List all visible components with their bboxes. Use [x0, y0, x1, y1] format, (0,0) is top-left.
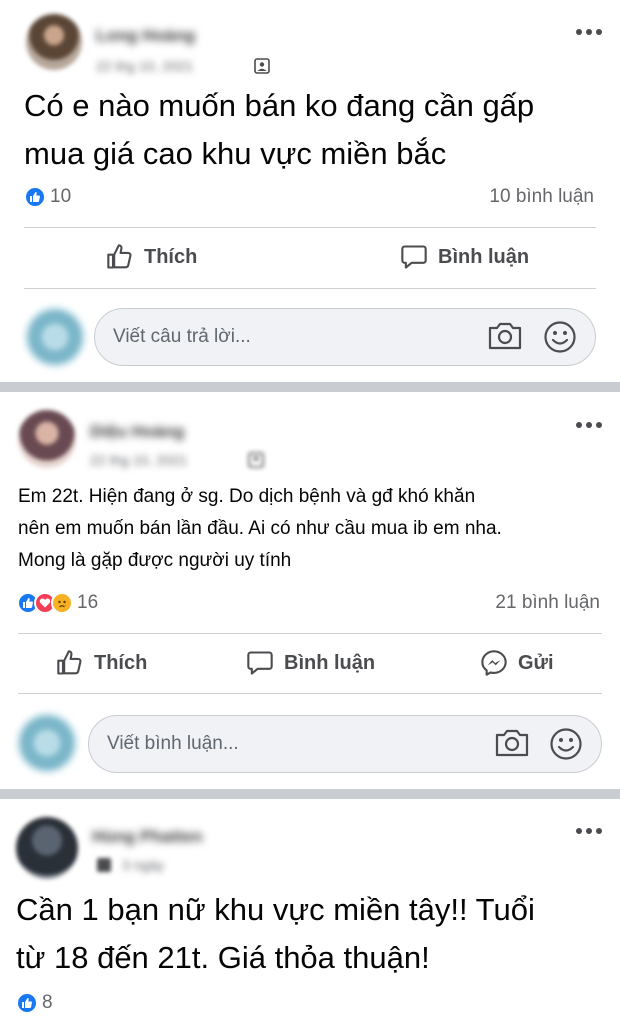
like-reaction-icon	[16, 992, 38, 1014]
reaction-summary[interactable]: 10	[24, 186, 71, 208]
group-privacy-icon	[254, 58, 270, 74]
author-name[interactable]: Diệu Hoàng	[90, 422, 184, 442]
speech-bubble-icon	[247, 651, 273, 675]
comment-input[interactable]: Viết bình luận...	[88, 715, 602, 773]
post-text: Cần 1 bạn nữ khu vực miền tây!! Tuổi từ …	[16, 886, 535, 982]
reaction-count: 8	[42, 992, 53, 1013]
reaction-summary[interactable]: 8	[16, 992, 53, 1014]
post-time[interactable]: 3 ngày	[122, 857, 164, 873]
post-text-line: mua giá cao khu vực miền bắc	[24, 136, 447, 171]
divider	[24, 227, 596, 228]
comment-placeholder: Viết bình luận...	[107, 733, 239, 754]
send-button[interactable]: Gửi	[480, 649, 554, 677]
post-separator	[0, 789, 620, 799]
post-text-line: nên em muốn bán lần đầu. Ai có như cầu m…	[18, 518, 502, 539]
like-button[interactable]: Thích	[56, 649, 147, 677]
post-text-line: Cần 1 bạn nữ khu vực miền tây!! Tuổi	[16, 892, 535, 927]
post-text: Có e nào muốn bán ko đang cần gấp mua gi…	[24, 82, 534, 178]
divider	[24, 288, 596, 289]
reply-input[interactable]: Viết câu trả lời...	[94, 308, 596, 366]
my-avatar	[24, 306, 86, 368]
my-avatar	[16, 712, 78, 774]
messenger-icon	[481, 650, 507, 676]
like-label: Thích	[144, 245, 198, 268]
camera-icon[interactable]	[487, 321, 523, 351]
comment-label: Bình luận	[438, 245, 530, 268]
group-privacy-icon	[97, 858, 111, 872]
post-text-line: Mong là gặp được người uy tính	[18, 550, 292, 571]
author-avatar[interactable]	[18, 410, 76, 468]
thumbs-up-icon	[57, 650, 82, 675]
post-time[interactable]: 22 thg 10, 2021	[96, 58, 193, 74]
comment-button[interactable]: Bình luận	[246, 649, 375, 677]
more-options-icon[interactable]	[576, 827, 602, 835]
post-3: Hùng Phatten 3 ngày Cần 1 bạn nữ khu vực…	[0, 799, 620, 1034]
comment-label: Bình luận	[284, 651, 376, 674]
like-button[interactable]: Thích	[106, 243, 197, 271]
reaction-count: 10	[50, 186, 72, 207]
author-name[interactable]: Long Hoàng	[96, 26, 195, 46]
like-reaction-icon	[24, 186, 46, 208]
divider	[18, 693, 602, 694]
sad-reaction-icon	[51, 592, 73, 614]
smile-icon[interactable]	[549, 727, 583, 761]
group-privacy-icon	[248, 452, 264, 468]
speech-bubble-icon	[401, 245, 427, 269]
author-avatar[interactable]	[26, 14, 82, 70]
post-text-line: từ 18 đến 21t. Giá thỏa thuận!	[16, 940, 430, 975]
like-label: Thích	[94, 651, 148, 674]
send-label: Gửi	[518, 651, 554, 674]
comment-count[interactable]: 10 bình luận	[489, 186, 594, 208]
comment-button[interactable]: Bình luận	[400, 243, 529, 271]
post-2: Diệu Hoàng 22 thg 10, 2021 Em 22t. Hiện …	[0, 392, 620, 789]
smile-icon[interactable]	[543, 320, 577, 354]
thumbs-up-icon	[107, 244, 132, 269]
author-avatar[interactable]	[16, 817, 78, 879]
reaction-count: 16	[77, 592, 99, 613]
post-text-line: Có e nào muốn bán ko đang cần gấp	[24, 88, 535, 123]
divider	[18, 633, 602, 634]
more-options-icon[interactable]	[576, 421, 602, 429]
author-name[interactable]: Hùng Phatten	[92, 827, 203, 847]
post-separator	[0, 382, 620, 392]
reply-placeholder: Viết câu trả lời...	[113, 326, 251, 347]
reaction-summary[interactable]: 16	[17, 592, 98, 614]
camera-icon[interactable]	[494, 728, 530, 758]
comment-count[interactable]: 21 bình luận	[495, 592, 600, 614]
post-1: Long Hoàng 22 thg 10, 2021 Có e nào muốn…	[0, 0, 620, 382]
post-text: Em 22t. Hiện đang ở sg. Do dịch bệnh và …	[18, 481, 502, 577]
more-options-icon[interactable]	[576, 28, 602, 36]
post-text-line: Em 22t. Hiện đang ở sg. Do dịch bệnh và …	[18, 486, 476, 507]
post-time[interactable]: 22 thg 10, 2021	[90, 452, 187, 468]
